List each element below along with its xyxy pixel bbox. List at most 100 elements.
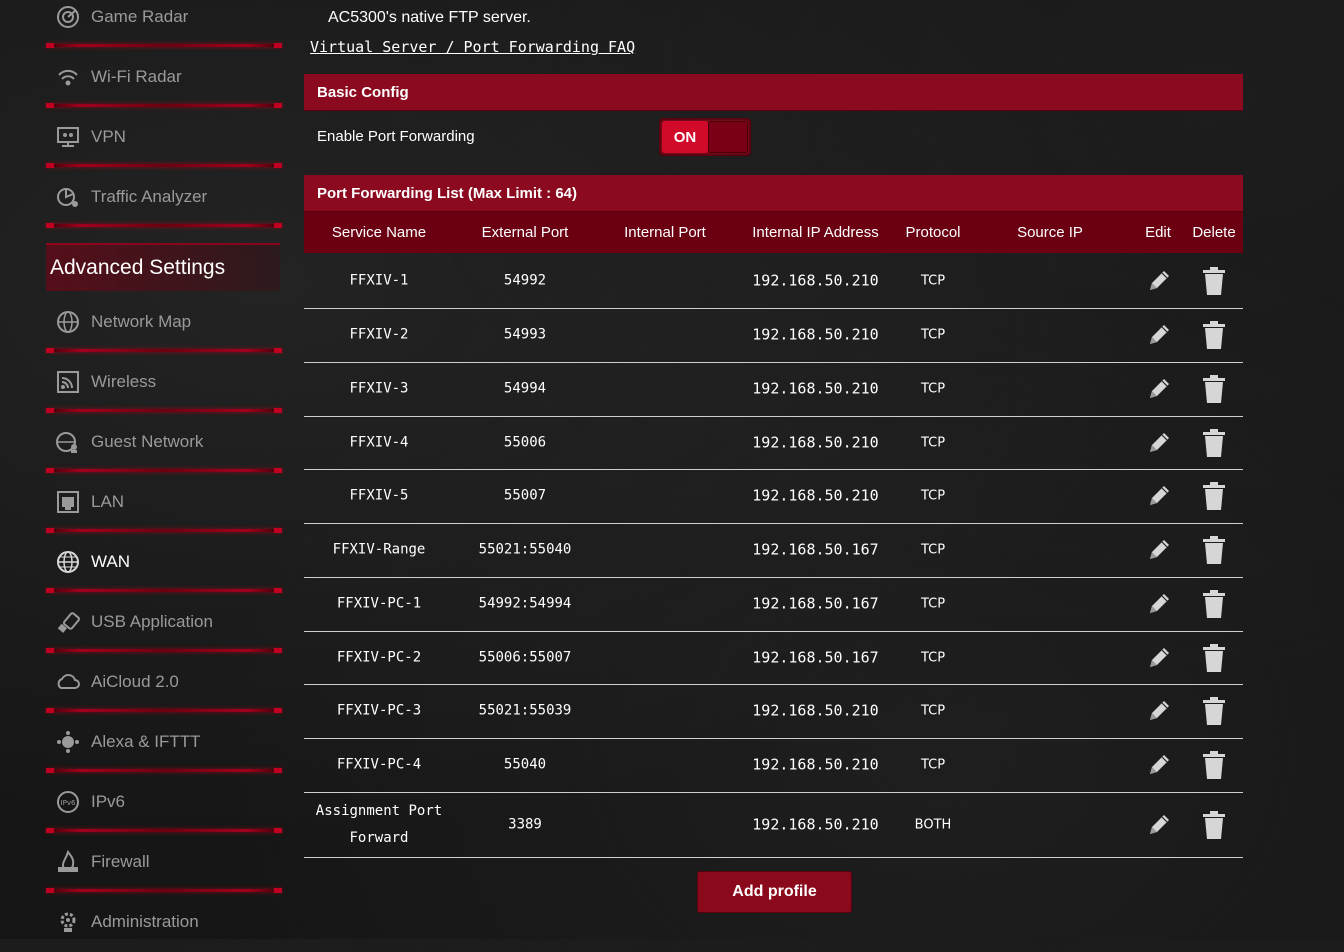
add-profile-button[interactable]: Add profile — [697, 871, 852, 913]
cell-service-name: FFXIV-Range — [332, 541, 426, 558]
sidebar-item-game-radar[interactable]: Game Radar — [46, 0, 282, 48]
cell-protocol: TCP — [920, 650, 946, 665]
wireless-icon — [56, 370, 80, 394]
cell-protocol: TCP — [920, 488, 946, 504]
sidebar-item-guest-network[interactable]: Guest Network — [46, 412, 282, 473]
cell-external-port: 54993 — [503, 326, 547, 343]
table-row: FFXIV-PC-3 55021:55039 192.168.50.210 TCP — [304, 684, 1243, 739]
cell-internal-ip: 192.168.50.210 — [752, 701, 879, 720]
delete-icon[interactable] — [1202, 810, 1226, 840]
sidebar-item-wifi-radar[interactable]: Wi-Fi Radar — [46, 47, 282, 108]
wifi-radar-icon — [56, 65, 80, 89]
delete-icon[interactable] — [1202, 750, 1226, 780]
cell-internal-ip: 192.168.50.167 — [752, 648, 879, 666]
sidebar-item-traffic-analyzer[interactable]: Traffic Analyzer — [46, 167, 282, 228]
sidebar-item-wireless[interactable]: Wireless — [46, 352, 282, 413]
sidebar-item-alexa-ifttt[interactable]: Alexa & IFTTT — [46, 712, 282, 773]
edit-icon[interactable] — [1145, 375, 1173, 403]
edit-icon[interactable] — [1145, 321, 1173, 349]
col-external-port: External Port — [481, 224, 569, 241]
edit-icon[interactable] — [1145, 536, 1173, 564]
intro-text: AC5300's native FTP server. — [328, 9, 531, 26]
delete-icon[interactable] — [1202, 535, 1226, 565]
edit-icon[interactable] — [1145, 482, 1173, 510]
port-forwarding-toggle[interactable]: ON — [659, 118, 751, 156]
edit-icon[interactable] — [1145, 590, 1173, 618]
basic-config-title: Basic Config — [317, 84, 409, 101]
table-row: FFXIV-Range 55021:55040 192.168.50.167 TCP — [304, 523, 1243, 578]
table-row: Assignment Port Forward 3389 192.168.50.21… — [304, 792, 1243, 858]
cell-internal-ip: 192.168.50.210 — [752, 486, 879, 505]
table-header-row: Service Name External Port Internal Port… — [304, 212, 1243, 253]
cell-protocol: BOTH — [914, 817, 952, 832]
advanced-settings-header: Advanced Settings — [46, 243, 280, 291]
sidebar-item-ipv6[interactable]: IPv6 IPv6 — [46, 772, 282, 833]
enable-port-forwarding-label: Enable Port Forwarding — [317, 128, 475, 145]
table-row: FFXIV-1 54992 192.168.50.210 TCP — [304, 254, 1243, 309]
table-row: FFXIV-2 54993 192.168.50.210 TCP — [304, 308, 1243, 363]
sidebar-item-label: Traffic Analyzer — [91, 187, 208, 206]
cell-protocol: TCP — [920, 273, 946, 289]
delete-icon[interactable] — [1202, 374, 1226, 404]
cell-external-port: 55021:55039 — [478, 702, 572, 719]
cell-protocol: TCP — [920, 596, 946, 612]
cell-protocol: TCP — [920, 703, 946, 719]
delete-icon[interactable] — [1202, 696, 1226, 726]
ipv6-icon: IPv6 — [56, 790, 80, 814]
delete-icon[interactable] — [1202, 428, 1226, 458]
cell-external-port: 55021:55040 — [478, 541, 572, 558]
delete-icon[interactable] — [1202, 643, 1226, 673]
sidebar-item-label: VPN — [91, 127, 126, 146]
cell-service-name: FFXIV-PC-3 — [336, 702, 422, 719]
network-map-icon — [56, 310, 80, 334]
faq-link[interactable]: Virtual Server / Port Forwarding FAQ — [310, 38, 635, 56]
edit-icon[interactable] — [1145, 267, 1173, 295]
delete-icon[interactable] — [1202, 320, 1226, 350]
cell-service-name: Assignment Port Forward — [315, 802, 443, 846]
table-row: FFXIV-5 55007 192.168.50.210 TCP — [304, 469, 1243, 524]
sidebar-item-label: Alexa & IFTTT — [91, 732, 201, 751]
sidebar-item-administration[interactable]: Administration — [46, 892, 282, 952]
edit-icon[interactable] — [1145, 697, 1173, 725]
sidebar-item-label: Wi-Fi Radar — [91, 67, 182, 86]
cell-internal-ip: 192.168.50.210 — [752, 433, 879, 451]
delete-icon[interactable] — [1202, 589, 1226, 619]
table-row: FFXIV-PC-4 55040 192.168.50.210 TCP — [304, 738, 1243, 793]
edit-icon[interactable] — [1145, 811, 1173, 839]
sidebar-item-label: IPv6 — [91, 792, 126, 811]
delete-icon[interactable] — [1202, 481, 1226, 511]
cell-protocol: TCP — [920, 757, 946, 773]
sidebar-item-vpn[interactable]: VPN — [46, 107, 282, 168]
cell-external-port: 55006:55007 — [478, 649, 572, 665]
delete-icon[interactable] — [1202, 266, 1226, 296]
cell-internal-ip: 192.168.50.210 — [752, 379, 879, 398]
table-row: FFXIV-3 54994 192.168.50.210 TCP — [304, 362, 1243, 417]
edit-icon[interactable] — [1145, 644, 1173, 672]
cell-service-name: FFXIV-3 — [349, 380, 409, 397]
administration-icon — [56, 910, 80, 934]
sidebar-item-lan[interactable]: LAN — [46, 472, 282, 533]
cell-external-port: 54992 — [503, 272, 547, 289]
sidebar-item-usb-application[interactable]: USB Application — [46, 592, 282, 653]
basic-config-header: Basic Config — [304, 74, 1243, 111]
edit-icon[interactable] — [1145, 751, 1173, 779]
sidebar-item-wan[interactable]: WAN — [46, 532, 282, 593]
col-internal-ip: Internal IP Address — [752, 224, 879, 241]
sidebar-item-network-map[interactable]: Network Map — [46, 292, 282, 353]
game-radar-icon — [56, 5, 80, 29]
sidebar-item-firewall[interactable]: Firewall — [46, 832, 282, 893]
sidebar-item-label: LAN — [91, 492, 125, 511]
col-protocol: Protocol — [905, 224, 961, 241]
cell-protocol: TCP — [920, 542, 946, 558]
sidebar-item-label: Wireless — [91, 372, 157, 391]
cell-service-name: FFXIV-PC-1 — [336, 595, 422, 612]
cell-service-name: FFXIV-PC-4 — [336, 756, 422, 773]
sidebar-item-label: Administration — [91, 912, 199, 931]
port-forwarding-list-header: Port Forwarding List (Max Limit : 64) — [304, 175, 1243, 212]
traffic-analyzer-icon — [56, 185, 80, 209]
sidebar-item-aicloud[interactable]: AiCloud 2.0 — [46, 652, 282, 713]
cell-external-port: 55007 — [503, 487, 547, 504]
col-internal-port: Internal Port — [624, 224, 706, 241]
lan-icon — [56, 490, 80, 514]
edit-icon[interactable] — [1145, 429, 1173, 457]
